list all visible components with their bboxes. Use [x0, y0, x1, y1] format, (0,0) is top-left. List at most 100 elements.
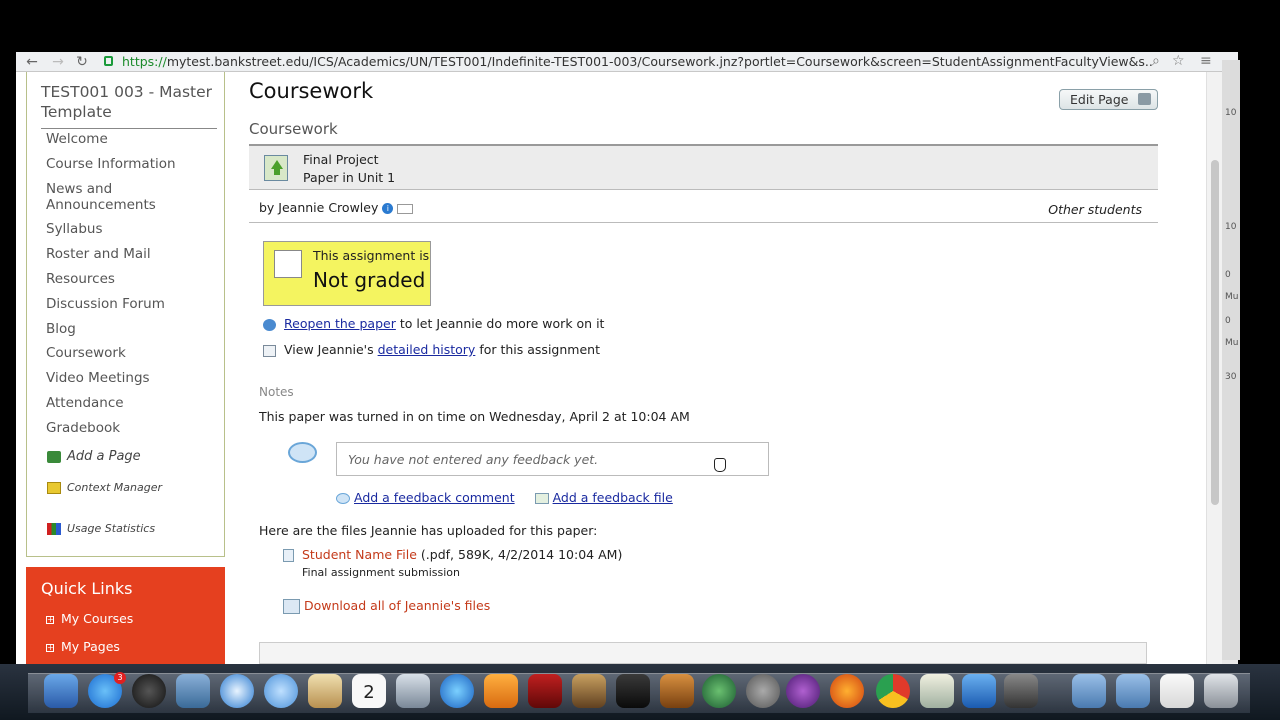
sidebar-item-resources[interactable]: Resources	[46, 271, 196, 287]
photos-icon[interactable]	[396, 674, 430, 708]
history-line: View Jeannie's detailed history for this…	[263, 342, 600, 357]
files-intro: Here are the files Jeannie has uploaded …	[259, 523, 598, 538]
forward-arrow-icon[interactable]: →	[48, 52, 68, 72]
assignment-subtitle: Paper in Unit 1	[303, 170, 396, 185]
messages-icon[interactable]	[264, 674, 298, 708]
speech-bubble-icon	[288, 442, 317, 463]
quick-links-title: Quick Links	[41, 579, 133, 598]
photo-booth-icon[interactable]	[528, 674, 562, 708]
sidebar-item-news-and-announcements[interactable]: News and Announcements	[46, 181, 196, 213]
sidebar-item-blog[interactable]: Blog	[46, 321, 196, 337]
sidebar-nav: Welcome Course Information News and Anno…	[46, 131, 196, 445]
peek-text: 10	[1225, 108, 1237, 118]
context-manager-link[interactable]: Context Manager	[47, 481, 162, 494]
lock-icon	[104, 56, 113, 66]
add-feedback-file-link[interactable]: Add a feedback file	[553, 490, 673, 505]
sidebar-item-discussion-forum[interactable]: Discussion Forum	[46, 296, 196, 312]
top-black-bar	[0, 0, 1280, 52]
uploaded-file-row: Student Name File (.pdf, 589K, 4/2/2014 …	[283, 547, 622, 562]
dashboard-icon[interactable]	[132, 674, 166, 708]
calendar-icon[interactable]: 2	[352, 674, 386, 708]
printer-icon[interactable]	[1138, 93, 1151, 105]
contacts-icon[interactable]	[308, 674, 342, 708]
document-icon	[283, 549, 294, 562]
scrollbar-thumb[interactable]	[1211, 160, 1219, 505]
background-window-peek: 10 10 0 Mu 0 Mu 30	[1222, 60, 1240, 660]
file-meta: (.pdf, 589K, 4/2/2014 10:04 AM)	[416, 547, 623, 562]
pro-app-icon[interactable]	[786, 674, 820, 708]
quick-link-my-courses[interactable]: + My Courses	[46, 611, 133, 626]
firefox-icon[interactable]	[830, 674, 864, 708]
iphoto-icon[interactable]	[572, 674, 606, 708]
file-icon[interactable]	[1160, 674, 1194, 708]
sidebar-item-roster-and-mail[interactable]: Roster and Mail	[46, 246, 196, 262]
upload-assignment-icon	[264, 155, 288, 181]
other-students-link[interactable]: Other students	[1048, 202, 1142, 217]
chrome-icon[interactable]	[876, 674, 910, 708]
edit-page-button[interactable]: Edit Page	[1059, 89, 1158, 110]
address-bar: ← → ↻ https://mytest.bankstreet.edu/ICS/…	[16, 52, 1238, 72]
star-icon[interactable]: ☆	[1172, 53, 1185, 69]
applications-folder-icon[interactable]	[1072, 674, 1106, 708]
back-arrow-icon[interactable]: ←	[22, 52, 42, 72]
safari-icon[interactable]	[220, 674, 254, 708]
peek-text: Mu	[1225, 292, 1239, 302]
usage-statistics-link[interactable]: Usage Statistics	[47, 522, 155, 535]
grade-status-box: This assignment is Not graded	[263, 241, 431, 306]
sidebar-item-video-meetings[interactable]: Video Meetings	[46, 370, 196, 386]
sidebar-item-coursework[interactable]: Coursework	[46, 345, 196, 361]
peek-text: 30	[1225, 372, 1237, 382]
finder-icon[interactable]	[44, 674, 78, 708]
mail-icon[interactable]	[397, 203, 414, 214]
page-title: Coursework	[249, 79, 374, 103]
reopen-paper-link[interactable]: Reopen the paper	[284, 316, 396, 331]
menu-icon[interactable]: ≡	[1200, 53, 1212, 69]
garageband-icon[interactable]	[660, 674, 694, 708]
browser-window: ← → ↻ https://mytest.bankstreet.edu/ICS/…	[16, 52, 1238, 664]
info-icon[interactable]: i	[382, 203, 394, 214]
sidebar-item-syllabus[interactable]: Syllabus	[46, 221, 196, 237]
sidebar-item-course-information[interactable]: Course Information	[46, 156, 196, 172]
grade-status-value: Not graded	[313, 268, 426, 292]
scrollbar[interactable]	[1206, 72, 1222, 664]
add-file-icon	[534, 493, 549, 504]
student-bar: by Jeannie Crowley i Other students	[249, 194, 1158, 223]
time-machine-icon[interactable]	[702, 674, 736, 708]
word-icon[interactable]	[962, 674, 996, 708]
peek-text: 0	[1225, 270, 1231, 280]
video-icon[interactable]	[1004, 674, 1038, 708]
quick-link-my-pages[interactable]: + My Pages	[46, 639, 120, 654]
notes-label: Notes	[259, 385, 294, 399]
comment-icon	[336, 493, 350, 504]
sidebar-item-gradebook[interactable]: Gradebook	[46, 420, 196, 436]
turned-in-status: This paper was turned in on time on Wedn…	[259, 409, 690, 424]
section-title: Coursework	[249, 120, 338, 138]
sidebar-item-welcome[interactable]: Welcome	[46, 131, 196, 147]
download-all-link[interactable]: Download all of Jeannie's files	[304, 598, 490, 613]
textedit-icon[interactable]	[920, 674, 954, 708]
reopen-line: Reopen the paper to let Jeannie do more …	[263, 316, 604, 331]
bar-chart-icon	[47, 523, 61, 535]
documents-folder-icon[interactable]	[1116, 674, 1150, 708]
add-feedback-comment-link[interactable]: Add a feedback comment	[354, 490, 515, 505]
detailed-history-link[interactable]: detailed history	[378, 342, 476, 357]
peek-text: 0	[1225, 316, 1231, 326]
peek-text: 10	[1225, 222, 1237, 232]
app-store-badge: 3	[114, 672, 126, 684]
plus-icon: +	[46, 614, 54, 624]
trash-icon[interactable]	[1204, 674, 1238, 708]
itunes-icon[interactable]	[440, 674, 474, 708]
add-page-link[interactable]: Add a Page	[47, 449, 141, 464]
reload-icon[interactable]: ↻	[72, 52, 92, 72]
assignment-header: Final Project Paper in Unit 1	[249, 144, 1158, 190]
zoom-icon[interactable]: ⌕	[1152, 53, 1160, 69]
preview-icon[interactable]	[176, 674, 210, 708]
url-field[interactable]: https://mytest.bankstreet.edu/ICS/Academ…	[122, 54, 1152, 69]
sidebar-item-attendance[interactable]: Attendance	[46, 395, 196, 411]
system-preferences-icon[interactable]	[746, 674, 780, 708]
ibooks-icon[interactable]	[484, 674, 518, 708]
feedback-box[interactable]: You have not entered any feedback yet.	[336, 442, 769, 476]
imovie-icon[interactable]	[616, 674, 650, 708]
grade-status-label: This assignment is	[313, 248, 430, 263]
student-file-link[interactable]: Student Name File	[302, 547, 417, 562]
